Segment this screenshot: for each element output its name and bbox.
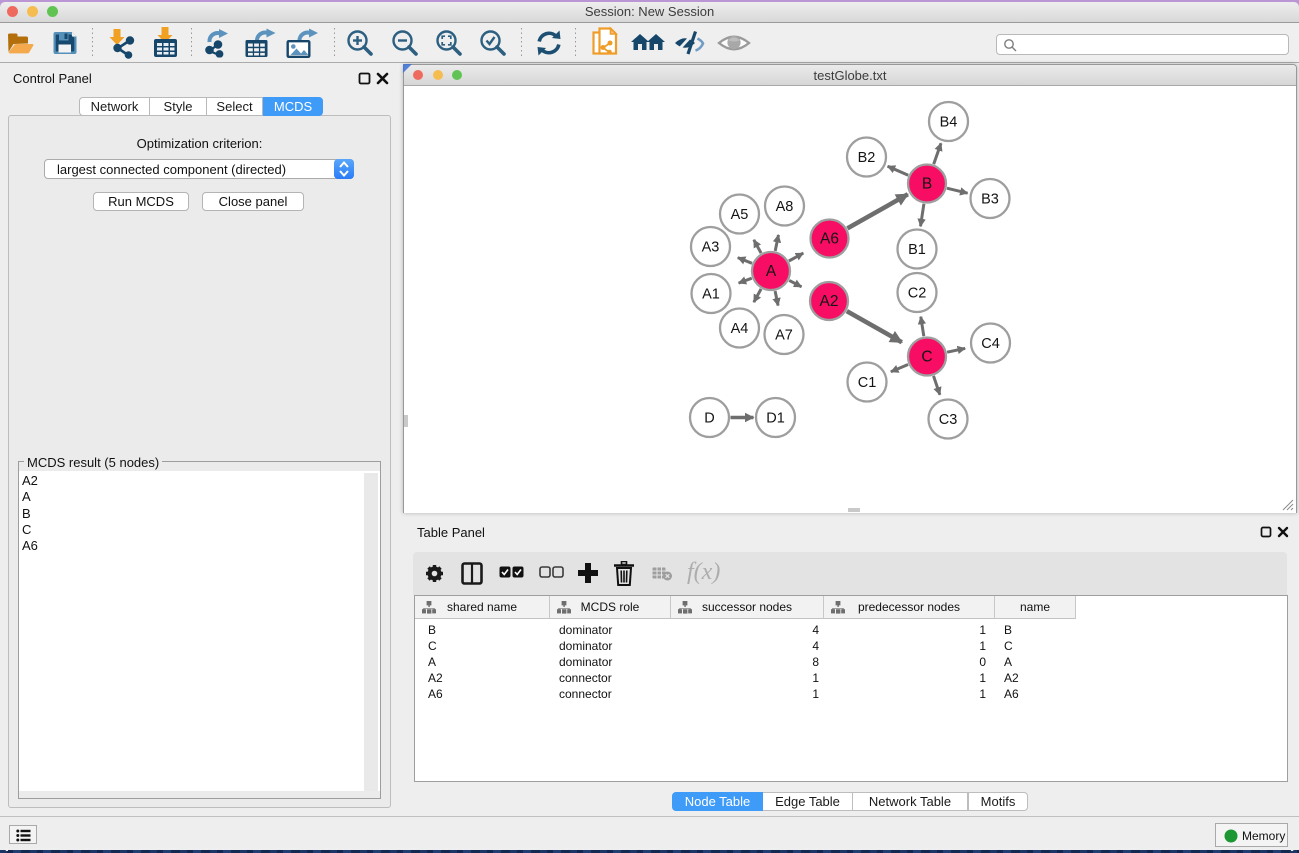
svg-text:B4: B4 xyxy=(940,115,958,131)
svg-text:A5: A5 xyxy=(731,207,749,223)
svg-text:B2: B2 xyxy=(858,150,876,166)
svg-text:A6: A6 xyxy=(820,231,839,248)
svg-text:C4: C4 xyxy=(981,336,1000,352)
svg-text:A3: A3 xyxy=(702,240,720,256)
svg-text:C2: C2 xyxy=(908,286,927,302)
svg-text:C1: C1 xyxy=(858,375,877,391)
svg-text:C: C xyxy=(921,349,932,366)
svg-text:D: D xyxy=(704,411,714,427)
svg-text:D1: D1 xyxy=(766,411,785,427)
svg-text:B: B xyxy=(922,176,932,193)
svg-text:B1: B1 xyxy=(908,242,926,258)
svg-text:A8: A8 xyxy=(776,199,794,215)
svg-text:A: A xyxy=(766,263,777,280)
svg-text:A1: A1 xyxy=(702,287,720,303)
svg-text:B3: B3 xyxy=(981,192,999,208)
svg-text:A7: A7 xyxy=(775,328,793,344)
svg-text:A4: A4 xyxy=(731,321,749,337)
svg-text:C3: C3 xyxy=(939,412,958,428)
svg-text:A2: A2 xyxy=(820,293,839,310)
